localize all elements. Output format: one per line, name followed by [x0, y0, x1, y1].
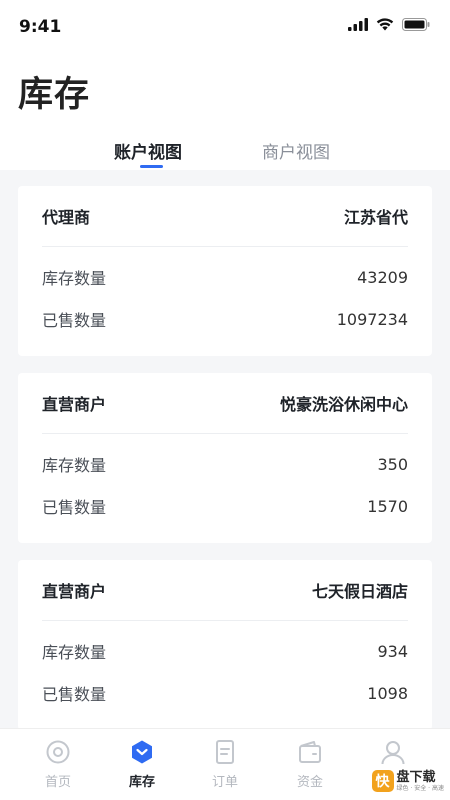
inventory-list: 代理商 江苏省代 库存数量 43209 已售数量 1097234 直营商户 悦豪…	[18, 186, 432, 747]
card-header-label: 代理商	[42, 208, 91, 227]
status-time: 9:41	[19, 17, 62, 37]
stat-label: 已售数量	[42, 311, 107, 330]
watermark-logo: 快 盘下载 绿色 · 安全 · 高速	[371, 769, 444, 792]
cellular-signal-icon	[348, 18, 368, 31]
stat-value: 1570	[367, 496, 408, 516]
watermark-title: 盘下载	[396, 769, 436, 785]
tabbar-item-home[interactable]: 首页	[18, 739, 98, 790]
inventory-card[interactable]: 代理商 江苏省代 库存数量 43209 已售数量 1097234	[18, 186, 432, 356]
page-title: 库存	[18, 75, 91, 115]
tab-merchant-view[interactable]: 商户视图	[262, 138, 330, 163]
stat-value: 934	[377, 641, 408, 661]
tabbar-item-funds[interactable]: 资金	[270, 739, 350, 790]
tabbar-label: 首页	[44, 775, 71, 790]
card-header: 直营商户 七天假日酒店	[42, 560, 408, 621]
wallet-icon	[299, 741, 321, 763]
order-icon	[216, 740, 234, 764]
header-area: 9:41 库存 账户视图 商户视图	[0, 0, 450, 170]
view-tabs: 账户视图 商户视图	[0, 138, 450, 170]
user-icon	[381, 741, 405, 765]
stat-value: 350	[377, 454, 408, 474]
status-bar: 9:41	[0, 0, 450, 56]
tabbar-label: 订单	[211, 775, 238, 790]
stock-quantity-row: 库存数量 350	[42, 443, 408, 485]
bottom-tab-bar: 首页 库存 订单 资金 我的 快 盘下载 绿色	[0, 728, 450, 800]
sold-quantity-row: 已售数量 1570	[42, 485, 408, 527]
stock-quantity-row: 库存数量 43209	[42, 256, 408, 298]
battery-icon	[402, 18, 430, 31]
stat-value: 43209	[357, 267, 408, 287]
tabbar-item-inventory[interactable]: 库存	[102, 739, 182, 790]
stock-quantity-row: 库存数量 934	[42, 630, 408, 672]
watermark-subtitle: 绿色 · 安全 · 高速	[396, 784, 444, 792]
card-header-label: 直营商户	[42, 582, 107, 601]
stat-label: 库存数量	[42, 456, 107, 475]
inventory-icon	[132, 740, 152, 764]
card-header-value: 悦豪洗浴休闲中心	[279, 395, 408, 414]
stat-label: 已售数量	[42, 498, 107, 517]
sold-quantity-row: 已售数量 1098	[42, 672, 408, 714]
stat-value: 1097234	[336, 309, 408, 329]
card-header-value: 七天假日酒店	[311, 582, 408, 601]
stat-value: 1098	[367, 683, 408, 703]
card-header-value: 江苏省代	[343, 208, 408, 227]
card-header: 代理商 江苏省代	[42, 186, 408, 247]
watermark-badge: 快	[371, 770, 394, 792]
tabbar-label: 资金	[296, 775, 323, 790]
stat-label: 库存数量	[42, 643, 107, 662]
tab-account-view[interactable]: 账户视图	[114, 138, 182, 163]
active-tab-indicator	[140, 165, 163, 168]
card-header: 直营商户 悦豪洗浴休闲中心	[42, 373, 408, 434]
inventory-card[interactable]: 直营商户 七天假日酒店 库存数量 934 已售数量 1098	[18, 560, 432, 730]
wifi-icon	[376, 18, 394, 31]
sold-quantity-row: 已售数量 1097234	[42, 298, 408, 340]
inventory-card[interactable]: 直营商户 悦豪洗浴休闲中心 库存数量 350 已售数量 1570	[18, 373, 432, 543]
stat-label: 库存数量	[42, 269, 107, 288]
card-header-label: 直营商户	[42, 395, 107, 414]
status-icons	[348, 18, 430, 31]
tabbar-item-orders[interactable]: 订单	[185, 739, 265, 790]
tabbar-label: 库存	[128, 775, 155, 790]
stat-label: 已售数量	[42, 685, 107, 704]
home-icon	[46, 740, 70, 764]
